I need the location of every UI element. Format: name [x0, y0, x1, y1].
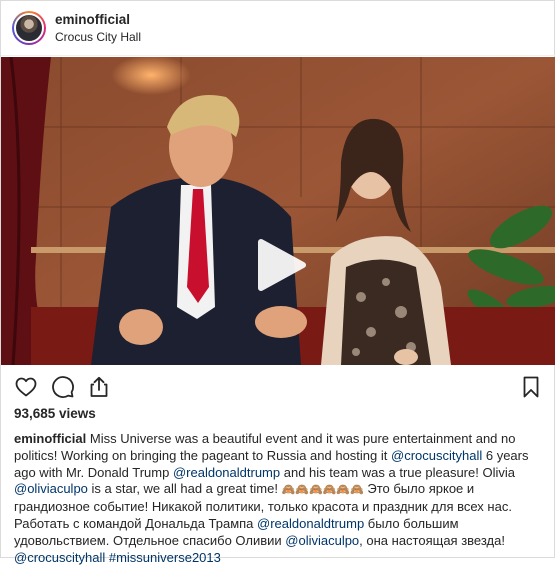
mention-link[interactable]: @oliviaculpo: [285, 533, 359, 548]
post-location[interactable]: Crocus City Hall: [55, 30, 141, 44]
caption-username[interactable]: eminofficial: [14, 431, 86, 446]
video-frame: [1, 57, 555, 365]
monkey-emoji-icon: 🙈🙈🙈🙈🙈🙈: [281, 484, 364, 497]
profile-avatar-icon: [14, 13, 44, 43]
instagram-post: eminofficial Crocus City Hall 93,685 vie…: [0, 0, 555, 565]
caption-text: , она настоящая звезда!: [359, 532, 505, 548]
hashtag-link[interactable]: #missuniverse2013: [109, 550, 221, 565]
mention-link[interactable]: @crocuscityhall: [14, 550, 105, 565]
mention-link[interactable]: @realdonaldtrump: [257, 516, 364, 531]
post-caption: eminofficial Miss Universe was a beautif…: [14, 431, 544, 566]
bookmark-icon[interactable]: [519, 375, 543, 399]
caption-text: and his team was a true pleasure! Olivia: [280, 464, 515, 480]
post-username[interactable]: eminofficial: [55, 12, 130, 27]
post-header: eminofficial Crocus City Hall: [1, 1, 555, 56]
mention-link[interactable]: @crocuscityhall: [391, 448, 482, 463]
caption-text: is a star, we all had a great time!: [87, 481, 282, 497]
comment-icon[interactable]: [51, 375, 75, 399]
heart-icon[interactable]: [14, 375, 38, 399]
mention-link[interactable]: @realdonaldtrump: [173, 465, 280, 480]
view-count[interactable]: 93,685 views: [14, 406, 96, 421]
mention-link[interactable]: @oliviaculpo: [14, 481, 88, 496]
post-video[interactable]: [1, 57, 555, 365]
play-icon[interactable]: [247, 234, 309, 296]
post-actions: [1, 369, 555, 405]
avatar[interactable]: [12, 11, 46, 45]
share-icon[interactable]: [87, 375, 111, 399]
